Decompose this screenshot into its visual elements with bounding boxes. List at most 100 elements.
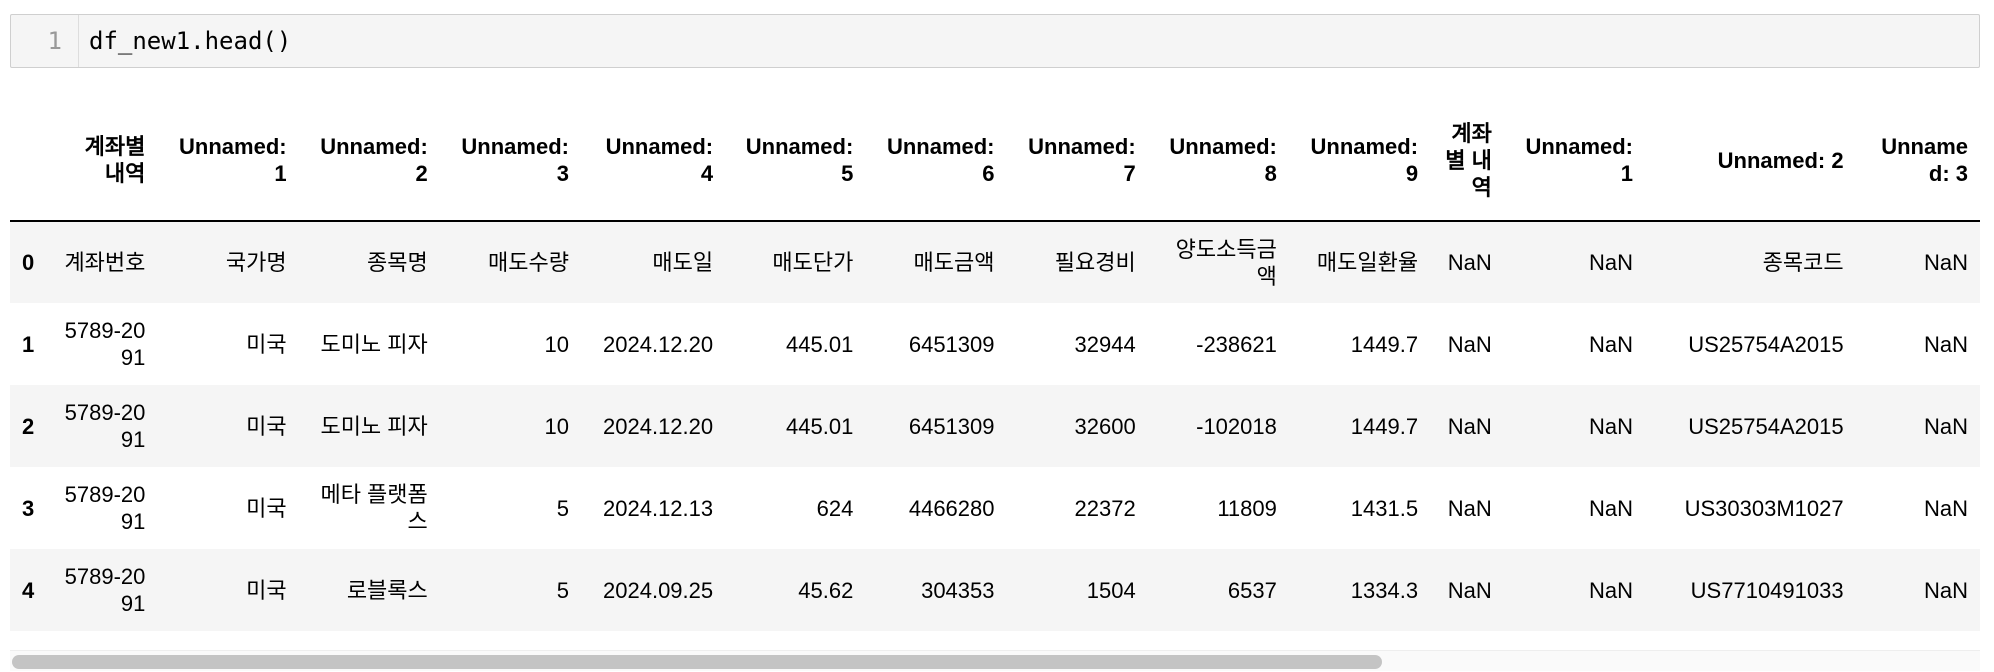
table-cell: NaN — [1588, 413, 1633, 439]
table-cell: 매도단가 — [772, 250, 854, 275]
table-cell: 미국 — [246, 413, 287, 439]
index-header — [10, 100, 50, 222]
table-cell: 2024.12.20 — [603, 413, 714, 439]
table-cell: US25754A2015 — [1688, 413, 1844, 439]
table-cell: 매도수량 — [488, 250, 569, 275]
column-header: Unnamed: 4 — [580, 100, 726, 222]
table-cell: US30303M1027 — [1684, 495, 1844, 521]
output-area: 계좌별 내역 Unnamed: 1 Unnamed: 2 Unnamed: 3 Unna… — [10, 100, 1980, 640]
table-cell: 22372 — [1074, 495, 1136, 521]
column-header: Unnamed: 9 — [1288, 100, 1431, 222]
table-cell: 5 — [556, 577, 569, 603]
table-cell: NaN — [1447, 577, 1492, 603]
table-cell: 종목명 — [367, 250, 428, 275]
table-cell: NaN — [1923, 577, 1968, 603]
table-cell: 1334.3 — [1350, 577, 1419, 603]
table-cell: 2024.09.25 — [603, 577, 714, 603]
table-cell: 매도일 — [652, 250, 714, 275]
table-cell: 11809 — [1217, 495, 1277, 521]
header-row: 계좌별 내역 Unnamed: 1 Unnamed: 2 Unnamed: 3 Unna… — [10, 100, 1980, 222]
code-text[interactable]: df_new1.head() — [79, 27, 291, 55]
table-cell: 6451309 — [908, 331, 995, 357]
table-body: 0 계좌번호 국가명 종목명 매도수량 매도일 매도단가 매도금액 필요경비 양도소득금액 매도일환… — [10, 221, 1980, 631]
table-cell: 445.01 — [786, 331, 854, 357]
dataframe-table: 계좌별 내역 Unnamed: 1 Unnamed: 2 Unnamed: 3 Unna… — [10, 100, 1980, 631]
column-header: Unnamed: 2 — [298, 100, 440, 222]
table-cell: 메타 플랫폼스 — [320, 482, 428, 534]
column-header: Unnamed: 3 — [439, 100, 581, 222]
line-number: 1 — [11, 15, 79, 67]
column-header: Unnamed: 8 — [1147, 100, 1289, 222]
table-cell: 10 — [544, 413, 569, 439]
table-cell: 국가명 — [225, 250, 287, 275]
table-cell: NaN — [1447, 250, 1492, 275]
table-cell: 5789-2091 — [64, 482, 146, 534]
table-cell: NaN — [1923, 413, 1968, 439]
table-cell: 45.62 — [798, 577, 854, 603]
table-cell: 1431.5 — [1350, 495, 1419, 521]
table-cell: NaN — [1588, 577, 1633, 603]
table-cell: 필요경비 — [1054, 250, 1136, 275]
table-cell: NaN — [1588, 331, 1633, 357]
column-header: Unnamed: 6 — [865, 100, 1007, 222]
table-cell: -102018 — [1196, 413, 1277, 439]
table-cell: 1449.7 — [1350, 413, 1419, 439]
table-cell: 미국 — [246, 577, 287, 603]
column-header: 계좌별 내역 — [1430, 100, 1504, 222]
table-cell: 매도일환율 — [1316, 250, 1419, 275]
table-cell: 계좌번호 — [64, 250, 146, 275]
table-cell: 32944 — [1074, 331, 1136, 357]
table-cell: 로블록스 — [346, 577, 428, 603]
table-row: 3 5789-2091 미국 메타 플랫폼스 5 2024.12.13 624 4466280… — [10, 467, 1980, 549]
horizontal-scrollbar[interactable] — [10, 650, 1980, 671]
column-header: 계좌별 내역 — [49, 100, 158, 222]
row-index: 2 — [22, 413, 35, 439]
table-cell: NaN — [1447, 331, 1492, 357]
row-index: 1 — [22, 331, 35, 357]
table-cell: NaN — [1923, 495, 1968, 521]
table-cell: 304353 — [921, 577, 995, 603]
table-cell: NaN — [1447, 413, 1492, 439]
table-cell: 미국 — [246, 331, 287, 357]
row-index: 4 — [22, 577, 35, 603]
table-cell: 양도소득금액 — [1175, 236, 1277, 289]
column-header: Unnamed: 3 — [1855, 100, 1980, 222]
table-cell: US7710491033 — [1690, 577, 1844, 603]
table-cell: NaN — [1588, 250, 1633, 275]
table-cell: NaN — [1923, 250, 1968, 275]
table-cell: 5789-2091 — [64, 318, 146, 370]
table-cell: 2024.12.13 — [603, 495, 714, 521]
table-row: 2 5789-2091 미국 도미노 피자 10 2024.12.20 445.01 6451… — [10, 385, 1980, 467]
table-cell: 미국 — [246, 495, 287, 521]
table-cell: 1504 — [1086, 577, 1136, 603]
scrollbar-thumb[interactable] — [12, 655, 1382, 669]
table-cell: 도미노 피자 — [320, 413, 428, 439]
table-cell: NaN — [1923, 331, 1968, 357]
row-index: 0 — [22, 250, 35, 275]
table-row: 1 5789-2091 미국 도미노 피자 10 2024.12.20 445.01 6451… — [10, 303, 1980, 385]
table-cell: 매도금액 — [913, 250, 995, 275]
row-index: 3 — [22, 495, 35, 521]
column-header: Unnamed: 2 — [1645, 100, 1856, 222]
table-row: 0 계좌번호 국가명 종목명 매도수량 매도일 매도단가 매도금액 필요경비 양도소득금액 매도일환… — [10, 221, 1980, 303]
table-cell: 종목코드 — [1762, 250, 1844, 275]
table-cell: NaN — [1447, 495, 1492, 521]
table-cell: 5789-2091 — [64, 400, 146, 452]
table-cell: 4466280 — [908, 495, 995, 521]
code-input-cell[interactable]: 1 df_new1.head() — [10, 14, 1980, 68]
table-cell: -238621 — [1196, 331, 1277, 357]
table-cell: NaN — [1588, 495, 1633, 521]
table-cell: 도미노 피자 — [320, 331, 428, 357]
table-row: 4 5789-2091 미국 로블록스 5 2024.09.25 45.62 304353 15… — [10, 549, 1980, 631]
table-cell: 624 — [816, 495, 854, 521]
column-header: Unnamed: 1 — [1503, 100, 1645, 222]
table-cell: US25754A2015 — [1688, 331, 1844, 357]
table-cell: 6537 — [1227, 577, 1277, 603]
column-header: Unnamed: 1 — [157, 100, 299, 222]
table-cell: 1449.7 — [1350, 331, 1419, 357]
column-header: Unnamed: 7 — [1006, 100, 1148, 222]
table-cell: 6451309 — [908, 413, 995, 439]
table-cell: 5789-2091 — [64, 564, 146, 616]
column-header: Unnamed: 5 — [725, 100, 866, 222]
table-cell: 2024.12.20 — [603, 331, 714, 357]
